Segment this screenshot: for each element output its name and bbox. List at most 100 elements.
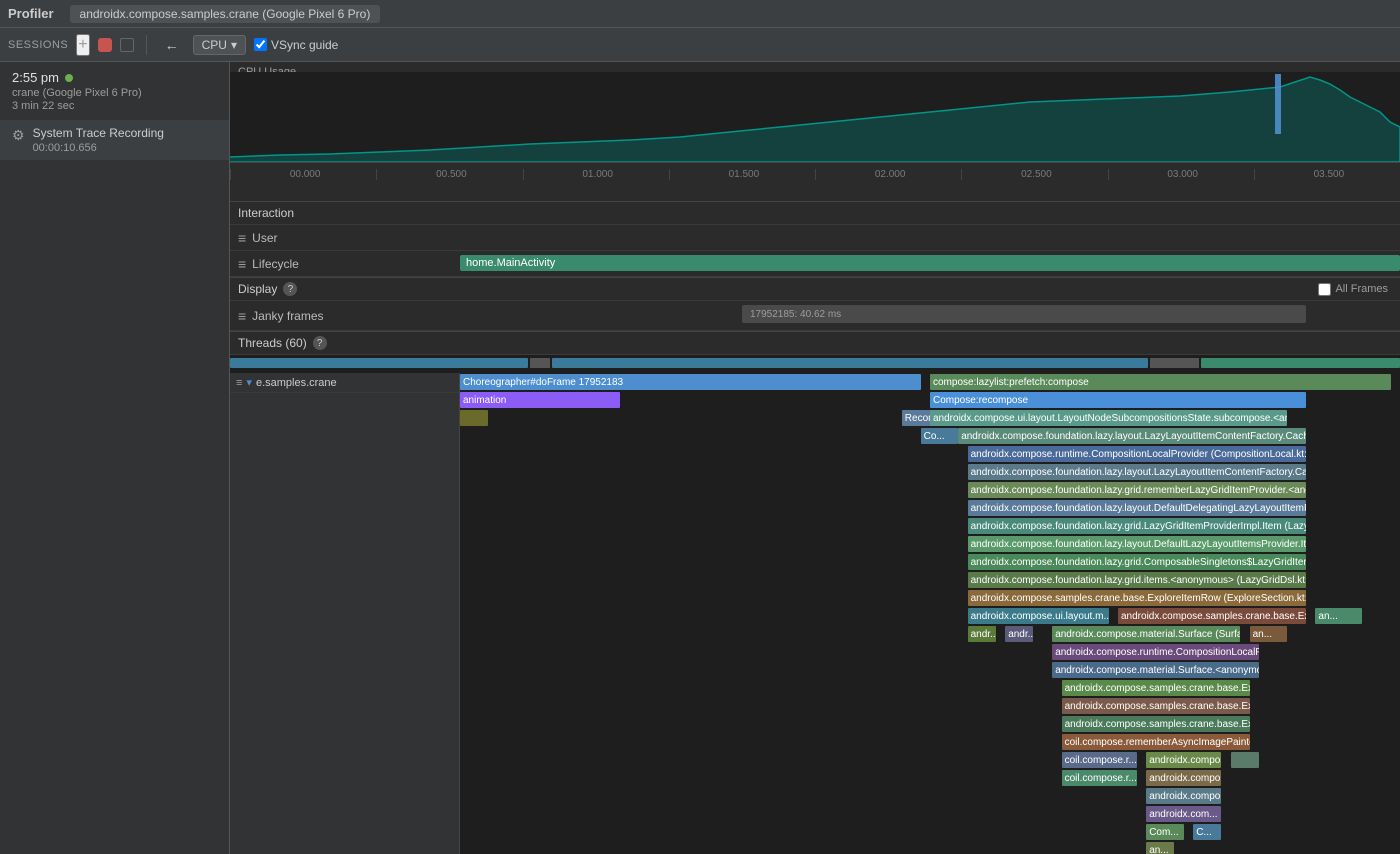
all-frames-check[interactable]: All Frames [1318, 283, 1388, 296]
compose-comp-2-block[interactable]: androidx.compo... [1146, 788, 1221, 804]
gear-icon: ⚙ [12, 127, 25, 144]
timeline-segments [230, 358, 1400, 368]
janky-frames-bar: 17952185: 40.62 ms [742, 305, 1306, 323]
lazy-content-block[interactable]: androidx.compose.foundation.lazy.layout.… [958, 428, 1306, 444]
coil-r-block-2[interactable]: coil.compose.r... [1062, 770, 1137, 786]
coil-r-block-1[interactable]: coil.compose.r... [1062, 752, 1137, 768]
default-lazy-items-label: androidx.compose.foundation.lazy.layout.… [971, 539, 1306, 550]
ruler-tick-1: 00.500 [376, 169, 522, 180]
flame-row-20: androidx.compose.samples.crane.base.Expl… [460, 715, 1400, 733]
ruler-tick-4: 02.000 [815, 169, 961, 180]
back-button[interactable]: ← [159, 35, 185, 55]
lazylist-block[interactable]: compose:lazylist:prefetch:compose [930, 374, 1391, 390]
explore-l-block-3[interactable]: androidx.compose.samples.crane.base.Expl… [1062, 716, 1250, 732]
hamburger-icon-janky[interactable]: ≡ [238, 308, 246, 324]
toolbar: SESSIONS + ← CPU ▾ VSync guide [0, 28, 1400, 62]
thread-labels-panel: ≡ ▾ e.samples.crane [230, 373, 460, 854]
ui-layout-block[interactable]: androidx.compose.ui.layout.m... [968, 608, 1109, 624]
an-block-2[interactable]: an... [1250, 626, 1288, 642]
explore-item-row-block[interactable]: androidx.compose.samples.crane.base.Expl… [968, 590, 1306, 606]
default-delegating-block[interactable]: androidx.compose.foundation.lazy.layout.… [968, 500, 1306, 516]
square-button[interactable] [120, 38, 134, 52]
composition-local-block[interactable]: androidx.compose.runtime.CompositionLoca… [968, 446, 1306, 462]
coil-async-block[interactable]: coil.compose.rememberAsyncImagePainter (… [1062, 734, 1250, 750]
separator [146, 35, 147, 55]
andr-block-1[interactable]: andr... [968, 626, 996, 642]
com-block[interactable]: Com... [1146, 824, 1184, 840]
lazy-grid-dsl-block[interactable]: androidx.compose.foundation.lazy.grid.it… [968, 572, 1306, 588]
user-label: User [252, 231, 277, 245]
explore-image-container-label: androidx.compose.samples.crane.base.Expl… [1121, 611, 1306, 622]
flame-row-23: coil.compose.r... androidx.compo... [460, 769, 1400, 787]
vsync-label: VSync guide [271, 38, 338, 52]
all-frames-checkbox[interactable] [1318, 283, 1331, 296]
threads-header: Threads (60) ? [230, 332, 1400, 355]
threads-scroll[interactable]: ≡ ▾ e.samples.crane Choreographer#doFram… [230, 373, 1400, 854]
small-block-1[interactable] [1231, 752, 1259, 768]
explore-item-row-label: androidx.compose.samples.crane.base.Expl… [971, 593, 1306, 604]
explore-l-block-1[interactable]: androidx.compose.samples.crane.base.Expl… [1062, 680, 1250, 696]
hamburger-icon-lifecycle[interactable]: ≡ [238, 256, 246, 272]
recording-item[interactable]: ⚙ System Trace Recording 00:00:10.656 [0, 120, 229, 160]
recording-time: 00:00:10.656 [33, 142, 164, 154]
an-block-1[interactable]: an... [1315, 608, 1362, 624]
anim-detail-block[interactable] [460, 410, 488, 426]
content-area: CPU Usage 00.000 00.500 01.000 01.500 02… [230, 62, 1400, 854]
timeline-ruler: 00.000 00.500 01.000 01.500 02.000 02.50… [230, 162, 1400, 186]
flame-row-11: androidx.compose.foundation.lazy.grid.Co… [460, 553, 1400, 571]
compose-com-block[interactable]: androidx.com... [1146, 806, 1221, 822]
flame-row-6: androidx.compose.foundation.lazy.layout.… [460, 463, 1400, 481]
flame-row-14: androidx.compose.ui.layout.m... androidx… [460, 607, 1400, 625]
stop-button[interactable] [98, 38, 112, 52]
cpu-dropdown[interactable]: CPU ▾ [193, 35, 246, 55]
cpu-chart [230, 72, 1400, 162]
janky-frames-row: ≡ Janky frames 17952185: 40.62 ms [230, 301, 1400, 331]
andr-block-2[interactable]: andr... [1005, 626, 1033, 642]
layoutnode-label: androidx.compose.ui.layout.LayoutNodeSub… [933, 413, 1287, 424]
hamburger-icon-thread: ≡ [236, 377, 242, 389]
flame-row-7: androidx.compose.foundation.lazy.grid.re… [460, 481, 1400, 499]
explore-l-block-2[interactable]: androidx.compose.samples.crane.base.Expl… [1062, 698, 1250, 714]
hamburger-icon-user[interactable]: ≡ [238, 230, 246, 246]
lazy-grid-impl-block[interactable]: androidx.compose.foundation.lazy.grid.La… [968, 518, 1306, 534]
choreo-block[interactable]: Choreographer#doFrame 17952183 [460, 374, 921, 390]
compose-comp-2-label: androidx.compo... [1149, 791, 1221, 802]
compose-u-block[interactable]: androidx.compose.u... [1146, 752, 1221, 768]
threads-help-icon[interactable]: ? [313, 336, 327, 350]
session-item[interactable]: 2:55 pm crane (Google Pixel 6 Pro) 3 min… [0, 62, 229, 120]
an-block-3[interactable]: an... [1146, 842, 1174, 854]
c-block[interactable]: C... [1193, 824, 1221, 840]
active-tab[interactable]: androidx.compose.samples.crane (Google P… [70, 5, 381, 23]
andr-label-2: andr... [1008, 629, 1033, 640]
vsync-checkbox[interactable] [254, 38, 267, 51]
co-block[interactable]: Co... [921, 428, 959, 444]
threads-label: Threads (60) [238, 336, 307, 350]
compose-recompose-block[interactable]: Compose:recompose [930, 392, 1306, 408]
active-dot [65, 74, 73, 82]
flame-row-10: androidx.compose.foundation.lazy.layout.… [460, 535, 1400, 553]
add-session-button[interactable]: + [76, 34, 89, 56]
andr-label-1: andr... [971, 629, 996, 640]
composition-local-2-block[interactable]: androidx.compose.runtime.CompositionLoca… [1052, 644, 1259, 660]
remember-lazy-block[interactable]: androidx.compose.foundation.lazy.grid.re… [968, 482, 1306, 498]
interaction-label: Interaction [238, 206, 294, 220]
cpu-label: CPU [202, 38, 227, 52]
composable-singletons-block[interactable]: androidx.compose.foundation.lazy.grid.Co… [968, 554, 1306, 570]
compose-comp-block[interactable]: androidx.compo... [1146, 770, 1221, 786]
animation-block[interactable]: animation [460, 392, 620, 408]
cached-content-block[interactable]: androidx.compose.foundation.lazy.layout.… [968, 464, 1306, 480]
material-surface-anon-block[interactable]: androidx.compose.material.Surface.<anony… [1052, 662, 1259, 678]
timeline-area: CPU Usage 00.000 00.500 01.000 01.500 02… [230, 62, 1400, 202]
flame-row-24: androidx.compo... [460, 787, 1400, 805]
main-thread-label-row[interactable]: ≡ ▾ e.samples.crane [230, 373, 459, 393]
layoutnode-block[interactable]: androidx.compose.ui.layout.LayoutNodeSub… [930, 410, 1287, 426]
flame-row-13: androidx.compose.samples.crane.base.Expl… [460, 589, 1400, 607]
ruler-tick-5: 02.500 [961, 169, 1107, 180]
display-help-icon[interactable]: ? [283, 282, 297, 296]
material-surface-block[interactable]: androidx.compose.material.Surface (Surfa… [1052, 626, 1240, 642]
ruler-tick-6: 03.000 [1108, 169, 1254, 180]
explore-image-container-block[interactable]: androidx.compose.samples.crane.base.Expl… [1118, 608, 1306, 624]
vsync-checkbox-label[interactable]: VSync guide [254, 38, 338, 52]
default-lazy-items-block[interactable]: androidx.compose.foundation.lazy.layout.… [968, 536, 1306, 552]
ruler-tick-3: 01.500 [669, 169, 815, 180]
